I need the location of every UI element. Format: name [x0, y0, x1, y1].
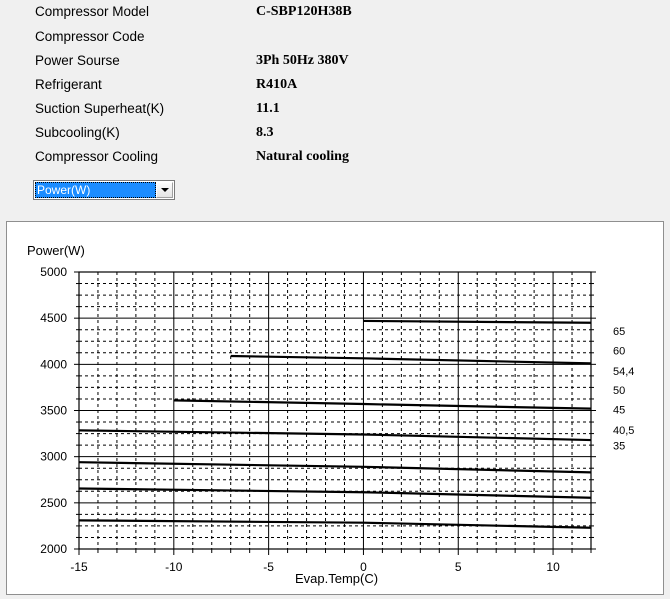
chart-grid-major	[79, 272, 591, 549]
series-legend-label: 65	[613, 326, 625, 338]
compressor-info-panel: Compressor Model C-SBP120H38B Compressor…	[0, 0, 670, 218]
spec-value: C-SBP120H38B	[256, 4, 352, 20]
series-line-40-5	[79, 489, 591, 498]
series-legend-label: 40,5	[613, 425, 634, 437]
chart-series-legend: 65 60 54,4 50 45 40,5 35	[613, 326, 634, 452]
spec-label: Power Sourse	[35, 53, 120, 68]
y-tick-label: 4500	[40, 311, 67, 325]
series-line-60	[231, 356, 591, 363]
series-line-45	[79, 462, 591, 472]
series-legend-label: 60	[613, 345, 625, 357]
y-tick-label: 2500	[40, 496, 67, 510]
series-legend-label: 35	[613, 441, 625, 453]
chart-series-lines	[79, 321, 591, 528]
spec-label: Suction Superheat(K)	[35, 101, 164, 116]
x-tick-label: 10	[546, 560, 560, 574]
chart-y-axis-title: Power(W)	[27, 243, 85, 258]
spec-value: 8.3	[256, 125, 274, 141]
spec-row: Refrigerant R410A	[0, 77, 670, 99]
spec-label: Refrigerant	[35, 77, 102, 92]
x-tick-label: -5	[263, 560, 274, 574]
y-tick-label: 4000	[40, 357, 67, 371]
spec-row: Compressor Code	[0, 29, 670, 51]
spec-row: Compressor Cooling Natural cooling	[0, 149, 670, 171]
spec-label: Compressor Code	[35, 29, 145, 44]
metric-select-dropdown[interactable]: Power(W)	[33, 180, 175, 200]
spec-value: 11.1	[256, 101, 280, 117]
x-tick-label: 5	[455, 560, 462, 574]
chart-axis-ticks	[74, 272, 596, 555]
chart-y-tick-labels: 2000 2500 3000 3500 4000 4500 5000	[40, 265, 67, 556]
spec-value: Natural cooling	[256, 149, 349, 165]
metric-select-value: Power(W)	[35, 182, 156, 198]
chevron-down-icon[interactable]	[156, 182, 173, 198]
series-legend-label: 45	[613, 405, 625, 417]
power-vs-evap-temp-chart: 2000250030003500400045005000 -15-10-5051…	[7, 222, 663, 594]
y-tick-label: 5000	[40, 265, 67, 279]
y-tick-label: 2000	[40, 542, 67, 556]
spec-label: Compressor Cooling	[35, 149, 158, 164]
series-legend-label: 54,4	[613, 366, 634, 378]
spec-label: Subcooling(K)	[35, 125, 120, 140]
y-tick-label: 3000	[40, 450, 67, 464]
spec-value: 3Ph 50Hz 380V	[256, 53, 349, 69]
spec-row: Compressor Model C-SBP120H38B	[0, 4, 670, 26]
series-line-35	[79, 520, 591, 527]
spec-row: Subcooling(K) 8.3	[0, 125, 670, 147]
spec-value: R410A	[256, 77, 297, 93]
performance-chart-panel: 2000250030003500400045005000 -15-10-5051…	[6, 221, 664, 595]
series-line-65	[363, 321, 591, 323]
spec-row: Power Sourse 3Ph 50Hz 380V	[0, 53, 670, 75]
series-line-50	[79, 430, 591, 440]
series-line-54-4	[174, 400, 591, 408]
series-legend-label: 50	[613, 385, 625, 397]
spec-row: Suction Superheat(K) 11.1	[0, 101, 670, 123]
y-tick-label: 3500	[40, 404, 67, 418]
spec-label: Compressor Model	[35, 4, 149, 19]
chart-x-axis-title: Evap.Temp(C)	[295, 571, 378, 586]
x-tick-label: -15	[70, 560, 88, 574]
x-tick-label: -10	[165, 560, 183, 574]
